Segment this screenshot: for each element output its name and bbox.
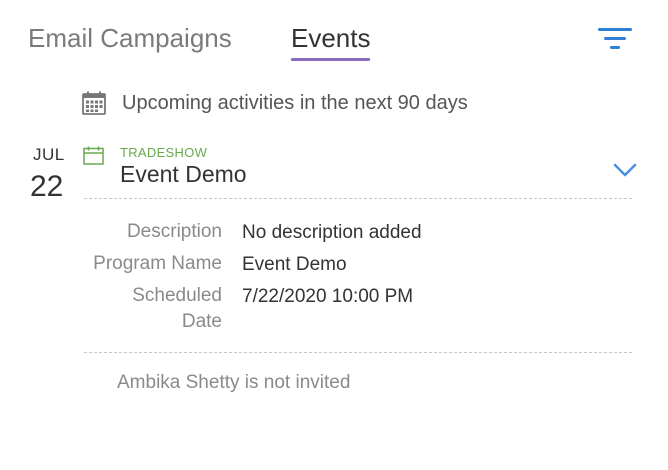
program-name-value: Event Demo [242,254,347,275]
event-type-label: TRADESHOW [120,145,208,160]
event-month: JUL [33,145,65,164]
tab-bar: Email Campaigns Events [0,0,668,70]
description-label: Description [126,221,222,242]
active-tab-underline [291,58,370,61]
calendar-grid-icon [82,91,106,115]
event-title[interactable]: Event Demo [120,161,247,188]
divider [84,198,632,199]
upcoming-activities-header: Upcoming activities in the next 90 days [82,88,468,118]
tab-events[interactable]: Events [291,22,371,54]
calendar-icon [83,146,104,165]
tab-email-campaigns[interactable]: Email Campaigns [28,22,232,54]
description-value: No description added [242,222,422,243]
filter-icon[interactable] [598,26,634,52]
upcoming-activities-text: Upcoming activities in the next 90 days [122,91,468,114]
scheduled-date-value: 7/22/2020 10:00 PM [242,286,414,307]
chevron-down-icon[interactable] [612,160,638,180]
invite-status-text: Ambika Shetty is not invited [117,372,351,393]
event-day: 22 [30,170,64,203]
program-name-label: Program Name [93,253,222,274]
divider [84,352,632,353]
scheduled-date-label-line2: Date [181,311,222,332]
scheduled-date-label: Scheduled [132,285,222,306]
